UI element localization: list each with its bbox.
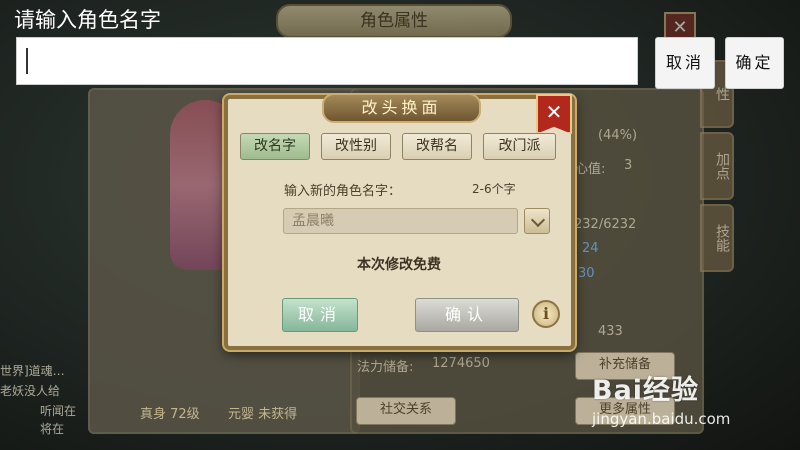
chat-line: 老妖没人给: [0, 384, 61, 398]
tab-change-guild-name[interactable]: 改帮名: [402, 133, 472, 160]
tab-change-sect[interactable]: 改门派: [483, 133, 556, 160]
stat-value-heart: 3: [624, 158, 633, 173]
new-name-prompt: 输入新的角色名字：: [284, 184, 402, 199]
stat-value-hp: 232/6232: [574, 217, 637, 232]
chevron-down-icon: [530, 212, 546, 228]
name-length-hint: 2-6个字: [472, 182, 516, 196]
level-badge: 真身 72级: [140, 407, 200, 422]
free-change-notice: 本次修改免费: [357, 257, 441, 273]
dialog-cancel-button[interactable]: 取消: [282, 298, 358, 332]
chat-line: 世界]道魂…: [0, 364, 65, 378]
name-text-input[interactable]: [16, 37, 638, 85]
dialog-title: 改头换面: [322, 93, 481, 123]
dialog-confirm-button[interactable]: 确认: [415, 298, 519, 332]
new-name-field[interactable]: 孟晨曦: [283, 208, 518, 234]
tab-change-gender[interactable]: 改性别: [321, 133, 391, 160]
stat-label-heart: 心值:: [575, 162, 606, 177]
mana-reserve-label: 法力储备:: [357, 360, 414, 375]
stat-value-blue-2: 30: [578, 266, 595, 281]
side-tab-add-points[interactable]: 加点: [700, 132, 734, 200]
mana-reserve-value: 1274650: [432, 356, 490, 371]
side-tab-skills[interactable]: 技能: [700, 204, 734, 272]
chat-line: 将在: [40, 422, 65, 436]
input-cancel-button[interactable]: 取消: [655, 37, 715, 89]
attribute-panel-title: 角色属性: [276, 4, 512, 38]
enter-name-prompt: 请输入角色名字: [14, 8, 161, 32]
watermark-url: jingyan.baidu.com: [592, 410, 731, 428]
stat-value-misc: 433: [598, 324, 623, 339]
name-dropdown-button[interactable]: [524, 208, 550, 234]
text-caret: [26, 48, 28, 74]
watermark-logo: Bai经验: [592, 375, 700, 406]
exp-percent: (44%): [598, 128, 638, 143]
chat-line: 听闻在: [40, 404, 77, 418]
info-icon[interactable]: i: [532, 300, 560, 328]
yuanying-badge: 元婴 未获得: [228, 407, 298, 422]
stat-value-blue: 24: [582, 241, 599, 256]
tab-change-name[interactable]: 改名字: [240, 133, 310, 160]
social-relations-button[interactable]: 社交关系: [356, 397, 456, 425]
input-confirm-button[interactable]: 确定: [725, 37, 784, 89]
